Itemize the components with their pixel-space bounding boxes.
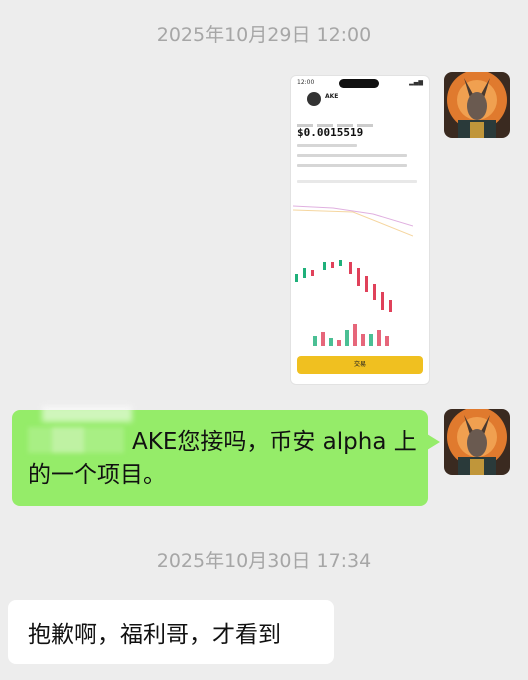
phone-notch (339, 79, 379, 88)
token-name: AKE (325, 93, 339, 100)
jackal-avatar-icon[interactable] (444, 409, 510, 475)
jackal-avatar-icon[interactable] (444, 72, 510, 138)
phone-status-icons: ▂▄▆ (409, 79, 423, 86)
token-price: $0.0015519 (297, 126, 364, 139)
stat-line (297, 144, 357, 147)
received-message-bubble[interactable]: 抱歉啊，福利哥，才看到 (8, 600, 334, 664)
redacted-name (28, 427, 124, 453)
timeframe-tabs (297, 180, 417, 183)
message-timestamp: 2025年10月30日 17:34 (156, 550, 372, 572)
phone-tabs (297, 112, 423, 127)
trade-button: 交易 (297, 356, 423, 374)
received-message-text: 抱歉啊，福利哥，才看到 (28, 622, 281, 648)
stat-line (297, 164, 407, 167)
stat-line (297, 154, 407, 157)
redacted-area (42, 406, 132, 422)
phone-status-time: 12:00 (297, 79, 315, 86)
image-message-thumbnail[interactable]: 12:00 ▂▄▆ AKE $0.0015519 交易 (290, 75, 430, 385)
price-chart (293, 205, 413, 346)
token-icon (307, 92, 321, 106)
sent-message-bubble[interactable]: AKE您接吗，币安 alpha 上的一个项目。 (12, 406, 440, 506)
message-timestamp: 2025年10月29日 12:00 (156, 24, 372, 46)
